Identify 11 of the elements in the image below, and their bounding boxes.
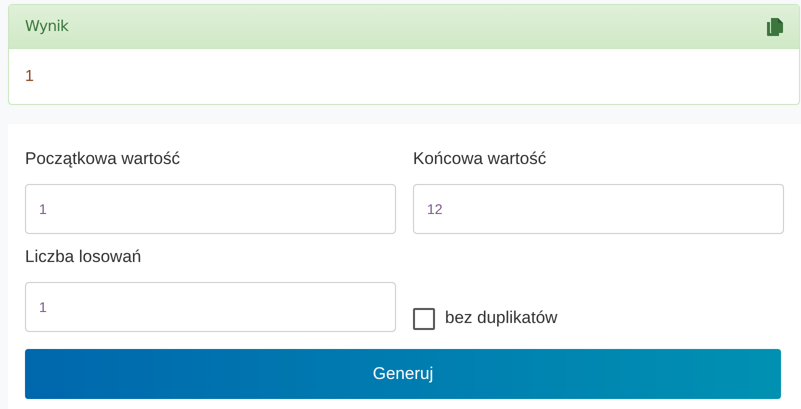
field-label: Początkowa wartość: [25, 148, 181, 168]
field-label: Końcowa wartość: [413, 148, 548, 168]
copy-icon[interactable]: [767, 18, 783, 36]
input-field[interactable]: 1: [25, 184, 396, 234]
input-field[interactable]: 1: [25, 282, 396, 332]
result-value: 1: [25, 66, 34, 86]
result-title: Wynik: [25, 16, 68, 38]
no-duplicates-checkbox[interactable]: bez duplikatów: [413, 242, 784, 332]
generate-button[interactable]: Generuj: [25, 349, 781, 399]
field-label: Liczba losowań: [25, 246, 142, 266]
input-field[interactable]: 12: [413, 184, 784, 234]
